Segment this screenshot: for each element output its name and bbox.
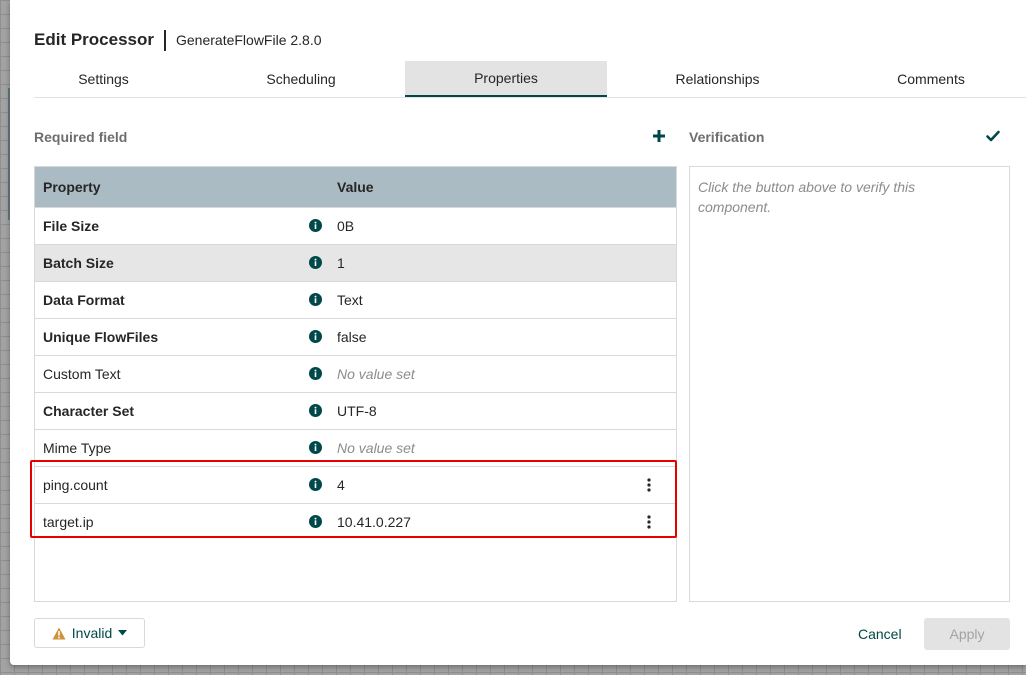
dialog-title-text: Edit Processor xyxy=(34,30,154,49)
property-value[interactable]: 4 xyxy=(337,467,345,503)
add-property-button[interactable] xyxy=(650,127,668,145)
tab-properties[interactable]: Properties xyxy=(405,61,607,97)
info-icon[interactable] xyxy=(309,478,322,491)
table-row[interactable]: Custom Text No value set xyxy=(35,355,676,392)
property-name: Batch Size xyxy=(43,255,114,271)
table-header: Property Value xyxy=(35,167,676,207)
info-icon[interactable] xyxy=(309,404,322,417)
property-name: Character Set xyxy=(43,403,135,419)
property-name: File Size xyxy=(43,218,100,234)
validation-status-button[interactable]: Invalid xyxy=(34,618,145,648)
table-row[interactable]: Batch Size 1 xyxy=(35,244,676,281)
caret-down-icon xyxy=(118,630,128,636)
edit-processor-dialog: Edit Processor GenerateFlowFile 2.8.0 Se… xyxy=(10,0,1026,665)
info-icon[interactable] xyxy=(309,515,322,528)
kebab-menu-icon[interactable] xyxy=(646,514,652,530)
properties-table: Property Value File Size 0B Batch Size 1 Dat… xyxy=(34,166,677,602)
tab-relationships[interactable]: Relationships xyxy=(614,61,821,97)
validation-status-label: Invalid xyxy=(71,625,113,641)
property-value[interactable]: 1 xyxy=(337,245,345,281)
cancel-button[interactable]: Cancel xyxy=(858,618,902,650)
property-name: Data Format xyxy=(43,292,125,308)
property-value[interactable]: 10.41.0.227 xyxy=(337,504,411,540)
title-divider xyxy=(164,29,166,51)
verify-button[interactable] xyxy=(985,128,1001,144)
dialog-title: Edit Processor GenerateFlowFile 2.8.0 xyxy=(34,28,322,52)
kebab-menu-icon[interactable] xyxy=(646,477,652,493)
processor-type-label: GenerateFlowFile 2.8.0 xyxy=(176,32,322,48)
property-name: ping.count xyxy=(43,477,108,493)
value-column-header: Value xyxy=(337,179,374,195)
property-value[interactable]: false xyxy=(337,319,367,355)
verification-label: Verification xyxy=(689,129,765,145)
tab-comments[interactable]: Comments xyxy=(828,61,1026,97)
info-icon[interactable] xyxy=(309,330,322,343)
table-row[interactable]: Unique FlowFiles false xyxy=(35,318,676,355)
tab-scheduling[interactable]: Scheduling xyxy=(204,61,398,97)
property-value[interactable]: 0B xyxy=(337,208,354,244)
verification-panel: Click the button above to verify this co… xyxy=(689,166,1010,602)
property-value[interactable]: No value set xyxy=(337,430,415,466)
property-value[interactable]: Text xyxy=(337,282,363,318)
table-row[interactable]: Mime Type No value set xyxy=(35,429,676,466)
property-column-header: Property xyxy=(43,179,101,195)
table-row[interactable]: File Size 0B xyxy=(35,207,676,244)
required-field-label: Required field xyxy=(34,129,128,145)
table-row[interactable]: target.ip 10.41.0.227 xyxy=(35,503,676,540)
tab-settings[interactable]: Settings xyxy=(34,61,173,97)
property-value[interactable]: UTF-8 xyxy=(337,393,377,429)
info-icon[interactable] xyxy=(309,441,322,454)
property-value[interactable]: No value set xyxy=(337,356,415,392)
info-icon[interactable] xyxy=(309,367,322,380)
table-row[interactable]: Character Set UTF-8 xyxy=(35,392,676,429)
table-row[interactable]: ping.count 4 xyxy=(35,466,676,503)
table-row[interactable]: Data Format Text xyxy=(35,281,676,318)
tab-bar: Settings Scheduling Properties Relations… xyxy=(34,61,1026,98)
property-name: Custom Text xyxy=(43,366,121,382)
table-body: File Size 0B Batch Size 1 Data Format Text Uni… xyxy=(35,207,676,540)
info-icon[interactable] xyxy=(309,256,322,269)
checkmark-icon xyxy=(986,130,1000,142)
apply-button[interactable]: Apply xyxy=(924,618,1010,650)
warning-icon xyxy=(52,627,66,639)
property-name: Unique FlowFiles xyxy=(43,329,159,345)
canvas-edge xyxy=(8,88,10,220)
info-icon[interactable] xyxy=(309,219,322,232)
plus-icon xyxy=(653,130,665,142)
info-icon[interactable] xyxy=(309,293,322,306)
verification-placeholder: Click the button above to verify this co… xyxy=(698,179,916,215)
property-name: target.ip xyxy=(43,514,94,530)
property-name: Mime Type xyxy=(43,440,112,456)
